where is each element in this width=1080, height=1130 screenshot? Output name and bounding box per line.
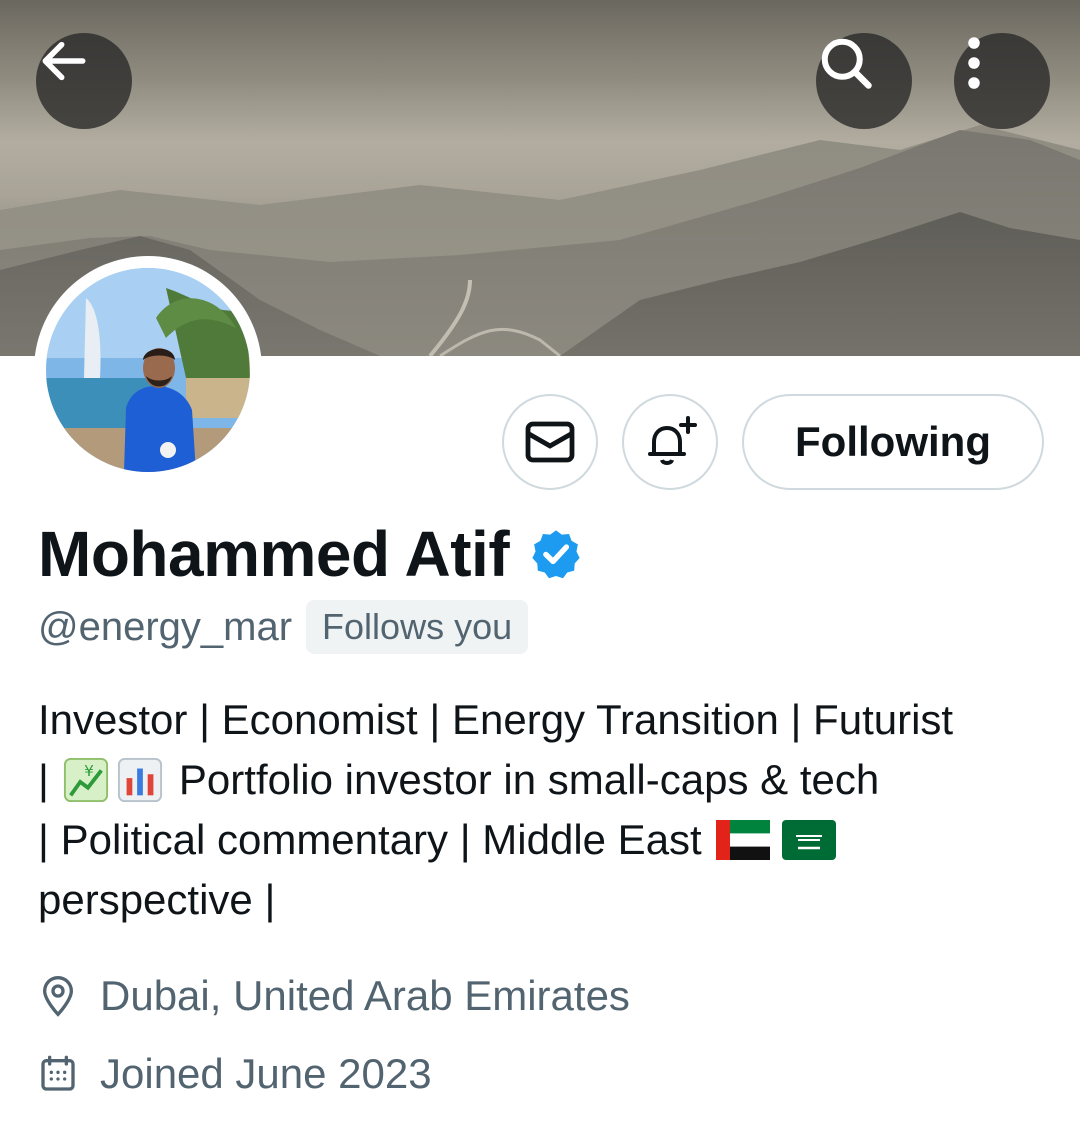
envelope-icon — [525, 421, 575, 463]
joined-row: Joined June 2023 — [38, 1050, 432, 1098]
back-button[interactable] — [36, 33, 132, 129]
more-options-button[interactable] — [954, 33, 1050, 129]
handle-row: @energy_mar Follows you — [38, 600, 529, 654]
profile-bio: Investor | Economist | Energy Transition… — [38, 690, 1048, 930]
user-handle: @energy_mar — [38, 604, 293, 649]
more-vertical-icon — [968, 37, 980, 89]
avatar[interactable] — [34, 256, 262, 484]
notifications-button[interactable] — [622, 394, 718, 490]
chart-increasing-yen-icon: ¥ — [63, 757, 108, 803]
verified-badge-icon[interactable] — [529, 527, 583, 581]
bio-line-3: | Political commentary | Middle East — [38, 810, 1048, 870]
uae-flag-icon — [715, 820, 770, 860]
svg-text:¥: ¥ — [84, 762, 94, 780]
bar-chart-icon — [117, 757, 162, 803]
message-button[interactable] — [502, 394, 598, 490]
calendar-icon — [41, 1055, 75, 1091]
location-row: Dubai, United Arab Emirates — [38, 972, 630, 1020]
bio-line-2-prefix: | — [38, 756, 49, 803]
profile-name-row: Mohammed Atif — [38, 514, 583, 594]
location-pin-icon — [42, 975, 74, 1017]
follows-you-badge: Follows you — [306, 600, 529, 654]
bio-line-4: perspective | — [38, 876, 276, 923]
location-text: Dubai, United Arab Emirates — [100, 972, 630, 1019]
following-button-label: Following — [795, 418, 991, 465]
following-button[interactable]: Following — [742, 394, 1044, 490]
bio-line-1: Investor | Economist | Energy Transition… — [38, 696, 954, 743]
arrow-left-icon — [42, 41, 86, 81]
joined-date-text: Joined June 2023 — [100, 1050, 432, 1097]
bell-plus-icon — [648, 416, 697, 465]
bio-line-2: | ¥ Portfolio investor in small-caps & t… — [38, 750, 1048, 810]
search-icon — [821, 38, 872, 89]
search-button[interactable] — [816, 33, 912, 129]
saudi-flag-icon — [781, 820, 836, 860]
display-name: Mohammed Atif — [38, 518, 510, 590]
avatar-image — [46, 268, 250, 472]
